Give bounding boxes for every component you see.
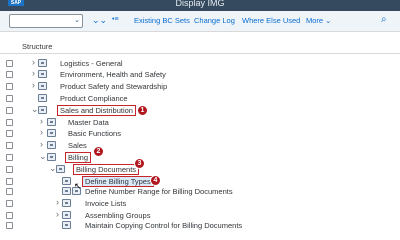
tree-label[interactable]: Environment, Health and Safety [60, 69, 166, 80]
img-activity-icon [56, 165, 65, 173]
tree-label[interactable]: Define Number Range for Billing Document… [85, 186, 233, 197]
tree-label[interactable]: Sales [68, 140, 87, 151]
chevron-right-icon[interactable]: › [32, 80, 35, 91]
tree-label[interactable]: Logistics - General [60, 58, 123, 69]
row-checkbox[interactable] [6, 222, 13, 229]
row-checkbox[interactable] [6, 154, 13, 161]
row-checkbox[interactable] [6, 71, 13, 78]
img-activity-icon [62, 177, 71, 185]
title-bar: SAP Display IMG [0, 0, 400, 11]
img-activity-icon [38, 94, 47, 102]
img-activity-icon [47, 118, 56, 126]
step-badge-2: 2 [93, 146, 104, 157]
row-checkbox[interactable] [6, 166, 13, 173]
chevron-right-icon[interactable]: › [56, 197, 59, 208]
step-badge-1: 1 [137, 105, 148, 116]
toolbar: ⌄ ⌄⌄ •≡ Existing BC Sets Change Log Wher… [0, 11, 400, 32]
mouse-cursor-icon: ↖ [74, 181, 82, 191]
row-checkbox[interactable] [6, 60, 13, 67]
chevron-right-icon[interactable]: › [40, 116, 43, 127]
img-activity-icon [38, 106, 47, 114]
chevron-right-icon[interactable]: › [32, 57, 35, 68]
img-activity-icon [62, 187, 71, 195]
tree-label[interactable]: Sales and Distribution [57, 105, 136, 116]
row-checkbox[interactable] [6, 119, 13, 126]
img-activity-icon [47, 141, 56, 149]
command-field[interactable]: ⌄ [9, 14, 83, 28]
tree-label[interactable]: Billing Documents [73, 164, 140, 175]
row-checkbox[interactable] [6, 178, 13, 185]
tree-row-sales-and-distribution[interactable]: ⌄ Sales and Distribution [0, 104, 400, 116]
double-chevron-down-icon[interactable]: ⌄⌄ [92, 15, 107, 26]
img-activity-icon [47, 129, 56, 137]
row-checkbox[interactable] [6, 212, 13, 219]
tree-row-sales[interactable]: › Sales [0, 139, 400, 151]
app-title: Display IMG [175, 0, 225, 8]
tree-label[interactable]: Billing [65, 152, 92, 163]
tree-row-master-data[interactable]: › Master Data [0, 116, 400, 128]
chevron-right-icon[interactable]: › [32, 68, 35, 79]
step-badge-3: 3 [134, 158, 145, 169]
tree-row-product-safety[interactable]: › Product Safety and Stewardship [0, 80, 400, 92]
tree-label[interactable]: Basic Functions [68, 128, 121, 139]
change-log-button[interactable]: Change Log [194, 16, 235, 25]
img-activity-icon [62, 211, 71, 219]
structure-header-label: Structure [22, 42, 53, 51]
chevron-down-icon[interactable]: ⌄ [39, 151, 47, 162]
tree-label[interactable]: Product Compliance [60, 93, 128, 104]
tree-label[interactable]: Invoice Lists [85, 198, 126, 209]
row-checkbox[interactable] [6, 142, 13, 149]
row-checkbox[interactable] [6, 188, 13, 195]
chevron-right-icon[interactable]: › [40, 139, 43, 150]
collapse-subtree-icon[interactable]: •≡ [112, 16, 119, 23]
tree-row-logistics-general[interactable]: › Logistics - General [0, 57, 400, 69]
chevron-down-icon[interactable]: ⌄ [74, 16, 80, 24]
tree-row-copying-control[interactable]: Maintain Copying Control for Billing Doc… [0, 220, 400, 231]
chevron-right-icon[interactable]: › [56, 209, 59, 220]
img-activity-icon [38, 59, 47, 67]
img-activity-icon [47, 153, 56, 161]
chevron-right-icon[interactable]: › [40, 127, 43, 138]
img-activity-icon [38, 70, 47, 78]
row-checkbox[interactable] [6, 83, 13, 90]
structure-header: Structure [0, 40, 400, 54]
row-checkbox[interactable] [6, 95, 13, 102]
tree-row-billing-documents[interactable]: ⌄ Billing Documents [0, 163, 400, 175]
tree-label[interactable]: Maintain Copying Control for Billing Doc… [85, 220, 242, 231]
tree-row-invoice-lists[interactable]: › Invoice Lists [0, 197, 400, 209]
tree-label[interactable]: Product Safety and Stewardship [60, 81, 167, 92]
img-activity-icon [62, 199, 71, 207]
tree-row-ehs[interactable]: › Environment, Health and Safety [0, 68, 400, 80]
tree-row-billing[interactable]: ⌄ Billing [0, 151, 400, 163]
search-icon[interactable]: ⌕ [381, 14, 387, 25]
row-checkbox[interactable] [6, 200, 13, 207]
existing-bc-sets-button[interactable]: Existing BC Sets [134, 16, 190, 25]
where-else-used-button[interactable]: Where Else Used [242, 16, 300, 25]
img-activity-icon [62, 221, 71, 229]
tree-label[interactable]: Master Data [68, 117, 109, 128]
tree-row-product-compliance[interactable]: Product Compliance [0, 93, 400, 104]
row-checkbox[interactable] [6, 130, 13, 137]
tree-row-define-number-range[interactable]: Define Number Range for Billing Document… [0, 186, 400, 197]
img-activity-icon [38, 82, 47, 90]
more-button[interactable]: More ⌄ [306, 16, 331, 25]
step-badge-4: 4 [150, 175, 161, 186]
row-checkbox[interactable] [6, 107, 13, 114]
tree-row-basic-functions[interactable]: › Basic Functions [0, 127, 400, 139]
